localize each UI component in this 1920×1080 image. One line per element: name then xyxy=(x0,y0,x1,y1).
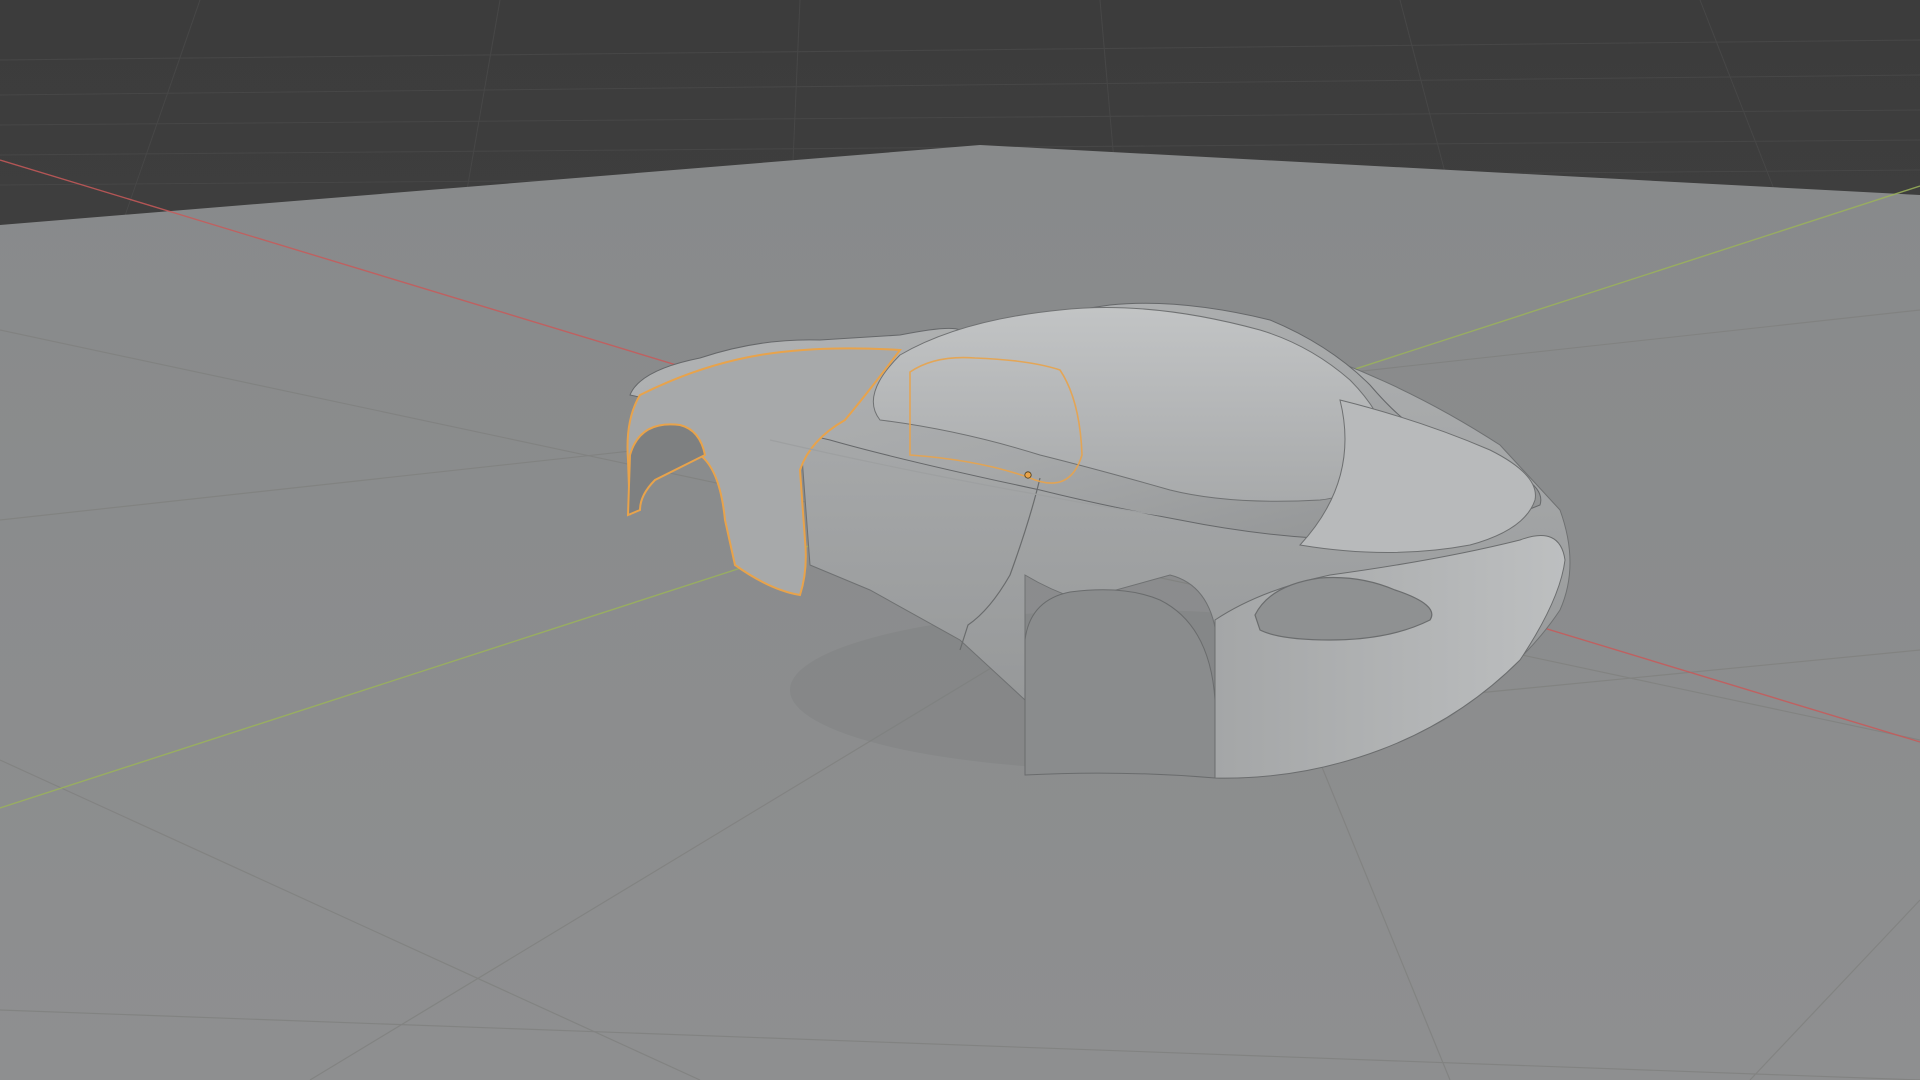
3d-viewport[interactable] xyxy=(0,0,1920,1080)
object-origin-point[interactable] xyxy=(1024,471,1032,479)
viewport-canvas[interactable] xyxy=(0,0,1920,1080)
